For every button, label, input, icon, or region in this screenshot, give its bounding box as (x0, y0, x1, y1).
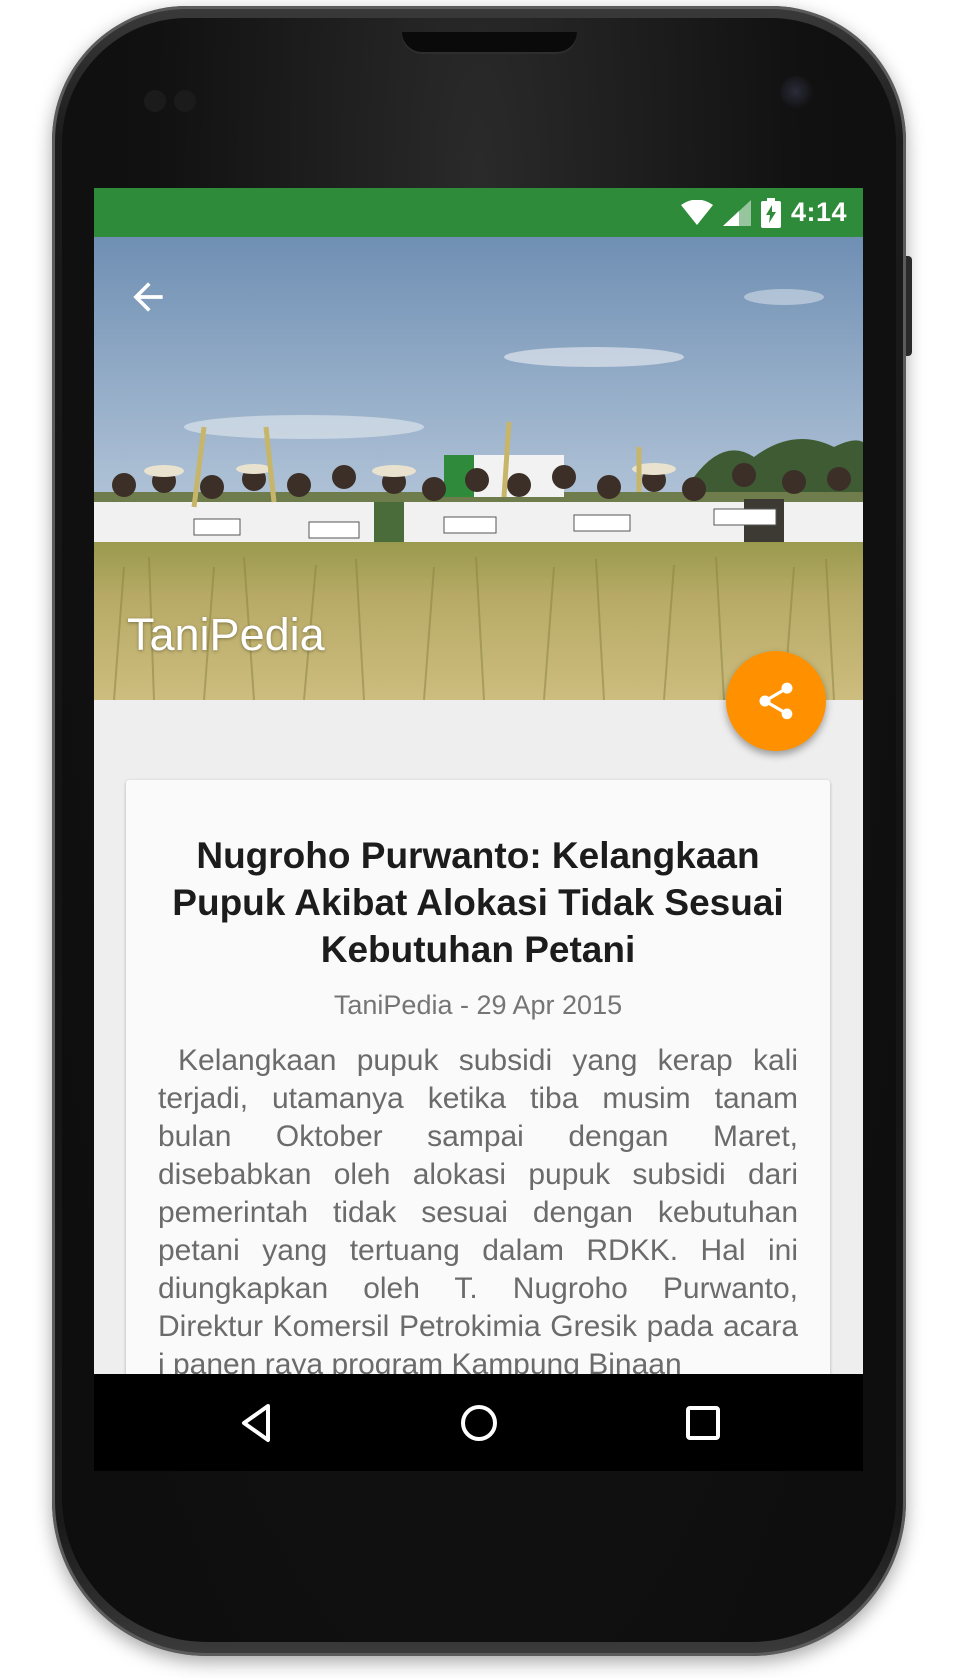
cell-signal-icon (722, 199, 751, 226)
wifi-icon (680, 199, 713, 225)
app-screen: 4:14 TaniPedia Nugroho Purwanto: Kelangk… (94, 188, 863, 1471)
article-meta: TaniPedia - 29 Apr 2015 (333, 990, 623, 1020)
earpiece-speaker (402, 32, 577, 52)
proximity-sensor (144, 90, 166, 112)
status-time: 4:14 (790, 197, 847, 227)
light-sensor (174, 90, 196, 112)
nav-recents-icon[interactable] (680, 1400, 726, 1446)
header-image-banner: TaniPedia (94, 237, 863, 700)
volume-button (906, 256, 912, 356)
share-icon (759, 682, 793, 720)
article-body: Kelangkaan pupuk subsidi yang kerap kali… (158, 1044, 798, 1381)
toolbar-title: TaniPedia (127, 609, 325, 660)
front-camera (780, 76, 814, 110)
nav-home-icon[interactable] (456, 1400, 502, 1446)
navigation-bar (94, 1374, 863, 1471)
nav-back-icon[interactable] (234, 1400, 280, 1446)
share-button[interactable] (726, 651, 826, 751)
article-card: Nugroho Purwanto: Kelangkaan Pupuk Akiba… (126, 780, 830, 1420)
status-bar: 4:14 (94, 188, 863, 237)
arrow-back-icon[interactable] (126, 275, 170, 319)
battery-charging-icon (760, 197, 781, 228)
article-title: Nugroho Purwanto: Kelangkaan Pupuk Akiba… (172, 835, 784, 970)
